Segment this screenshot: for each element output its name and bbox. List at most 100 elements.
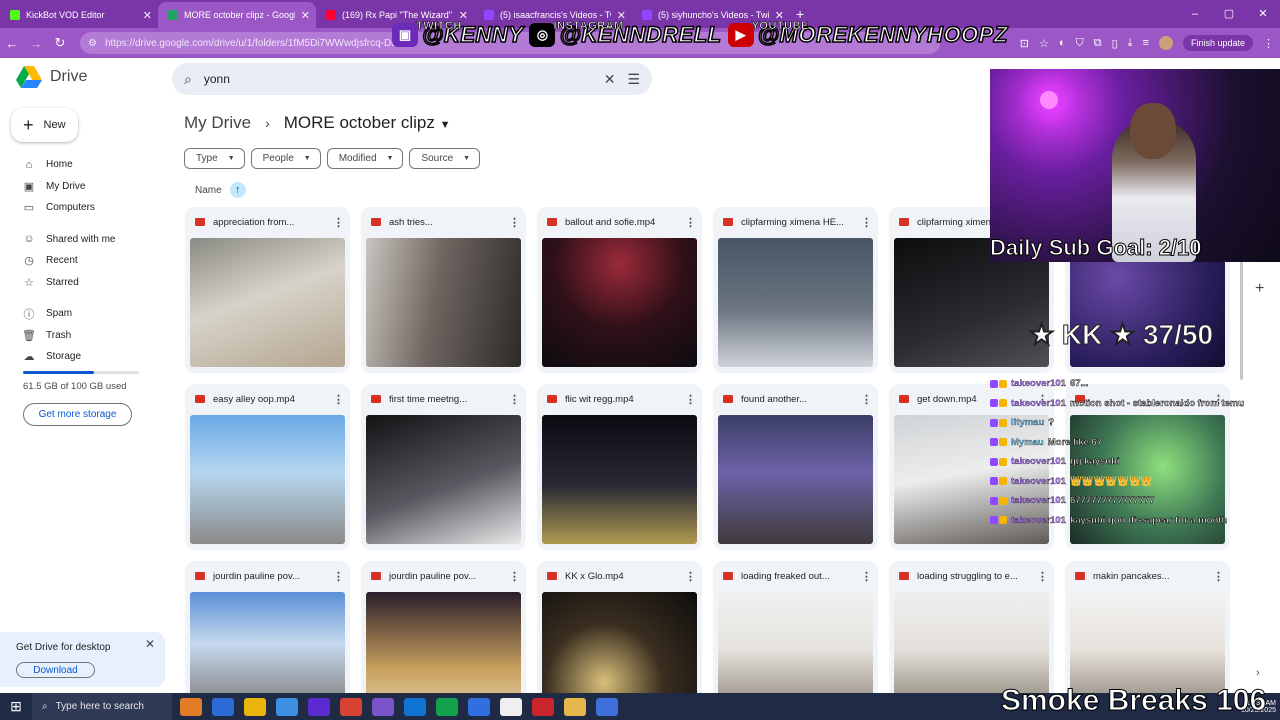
more-actions-icon[interactable]: ⋮ (861, 570, 872, 583)
sidebar-icon[interactable]: ▯ (1112, 37, 1118, 50)
drive-search-box[interactable]: ⌕ yonn ✕ ☰ (172, 63, 652, 95)
filter-type[interactable]: Type ▼ (184, 148, 245, 169)
breadcrumb-root[interactable]: My Drive (184, 113, 251, 133)
more-actions-icon[interactable]: ⋮ (685, 393, 696, 406)
sidebar-item-shared[interactable]: ☺ Shared with me (14, 229, 164, 251)
taskbar-app-icon[interactable] (436, 697, 458, 716)
sidebar-item-trash[interactable]: 🗑 Trash (14, 325, 164, 347)
sidebar-item-storage[interactable]: ☁ Storage (14, 346, 164, 368)
profile-avatar[interactable] (1158, 36, 1173, 50)
extension-icon[interactable]: ◐ (1059, 37, 1066, 49)
file-card[interactable]: first time meetng... ⋮ (361, 384, 526, 550)
more-actions-icon[interactable]: ⋮ (1037, 570, 1048, 583)
sidebar-item-my-drive[interactable]: ▣ My Drive (14, 176, 164, 198)
browser-menu-icon[interactable]: ⋮ (1263, 37, 1274, 50)
forward-icon[interactable]: → (24, 36, 48, 51)
file-card[interactable]: ballout and sofie.mp4 ⋮ (537, 207, 702, 373)
search-icon[interactable]: ⌕ (184, 71, 192, 88)
maximize-button[interactable]: ▢ (1212, 0, 1246, 28)
site-info-icon[interactable]: ⚙ (88, 38, 97, 49)
more-actions-icon[interactable]: ⋮ (861, 216, 872, 229)
file-card[interactable]: flic wit regg.mp4 ⋮ (537, 384, 702, 550)
more-actions-icon[interactable]: ⋮ (333, 393, 344, 406)
download-button[interactable]: Download (16, 662, 95, 678)
reading-list-icon[interactable]: ≡ (1143, 37, 1149, 49)
browser-tab[interactable]: KickBot VOD Editor ✕ (0, 2, 158, 28)
taskbar-app-icon[interactable] (180, 697, 202, 716)
minimize-button[interactable]: – (1178, 0, 1212, 28)
sidebar-item-recent[interactable]: ◷ Recent (14, 250, 164, 272)
search-input[interactable]: yonn (204, 72, 592, 86)
more-actions-icon[interactable]: ⋮ (509, 216, 520, 229)
reload-icon[interactable]: ↻ (48, 35, 72, 51)
taskbar-app-icon[interactable] (564, 697, 586, 716)
install-icon[interactable]: ⊡ (1020, 37, 1029, 50)
taskbar-app-icon[interactable] (340, 697, 362, 716)
video-thumbnail[interactable] (718, 415, 873, 544)
back-icon[interactable]: ← (0, 36, 24, 51)
video-thumbnail[interactable] (542, 238, 697, 367)
more-actions-icon[interactable]: ⋮ (861, 393, 872, 406)
download-icon[interactable]: ⤓ (1128, 37, 1133, 50)
close-window-button[interactable]: ✕ (1246, 0, 1280, 28)
file-card[interactable]: appreciation from... ⋮ (185, 207, 350, 373)
video-thumbnail[interactable] (366, 238, 521, 367)
sidebar-item-home[interactable]: ⌂ Home (14, 154, 164, 176)
filter-people[interactable]: People ▼ (250, 148, 321, 169)
finish-update-button[interactable]: Finish update (1182, 35, 1253, 51)
more-actions-icon[interactable]: ⋮ (685, 216, 696, 229)
new-button[interactable]: + New (11, 108, 78, 142)
file-card[interactable]: easy alley oop.mp4 ⋮ (185, 384, 350, 550)
file-card[interactable]: ash tries... ⋮ (361, 207, 526, 373)
drive-logo[interactable]: Drive (16, 66, 87, 88)
taskbar-app-icon[interactable] (308, 697, 330, 716)
close-tab-icon[interactable]: ✕ (301, 9, 310, 22)
sidebar-item-computers[interactable]: ▭ Computers (14, 197, 164, 219)
taskbar-app-icon[interactable] (244, 697, 266, 716)
puzzle-icon[interactable]: ⧉ (1094, 37, 1102, 50)
taskbar-app-icon[interactable] (212, 697, 234, 716)
browser-tab[interactable]: MORE october clipz - Google D ✕ (158, 2, 316, 28)
close-icon[interactable]: ✕ (145, 637, 155, 651)
sort-by-name[interactable]: Name ↑ (195, 182, 246, 198)
more-actions-icon[interactable]: ⋮ (1213, 570, 1224, 583)
taskbar-app-icon[interactable] (596, 697, 618, 716)
bookmark-star-icon[interactable]: ☆ (1039, 37, 1049, 50)
video-thumbnail[interactable] (718, 238, 873, 367)
more-actions-icon[interactable]: ⋮ (685, 570, 696, 583)
filter-source[interactable]: Source ▼ (409, 148, 481, 169)
video-thumbnail[interactable] (542, 415, 697, 544)
more-actions-icon[interactable]: ⋮ (509, 570, 520, 583)
file-card[interactable]: clipfarming ximena HE... ⋮ (713, 207, 878, 373)
sort-arrow-up-icon[interactable]: ↑ (229, 182, 246, 198)
more-actions-icon[interactable]: ⋮ (509, 393, 520, 406)
close-tab-icon[interactable]: ✕ (143, 9, 152, 22)
more-actions-icon[interactable]: ⋮ (333, 570, 344, 583)
add-panel-icon[interactable]: + (1255, 280, 1264, 298)
taskbar-search[interactable]: ⌕ Type here to search (32, 693, 172, 720)
more-actions-icon[interactable]: ⋮ (333, 216, 344, 229)
taskbar-app-icon[interactable] (468, 697, 490, 716)
video-thumbnail[interactable] (190, 238, 345, 367)
video-thumbnail[interactable] (190, 415, 345, 544)
shield-icon[interactable]: ⛉ (1075, 37, 1083, 50)
file-card[interactable]: found another... ⋮ (713, 384, 878, 550)
taskbar-app-icon[interactable] (276, 697, 298, 716)
file-name: flic wit regg.mp4 (565, 393, 634, 405)
video-thumbnail[interactable] (366, 415, 521, 544)
filter-modified[interactable]: Modified ▼ (326, 148, 404, 169)
sidebar-item-starred[interactable]: ☆ Starred (14, 272, 164, 294)
taskbar-app-icon[interactable] (372, 697, 394, 716)
search-options-icon[interactable]: ☰ (627, 71, 640, 88)
windows-start-icon[interactable]: ⊞ (0, 698, 32, 715)
get-more-storage-button[interactable]: Get more storage (23, 403, 132, 426)
sidebar-item-spam[interactable]: ⓘ Spam (14, 303, 164, 325)
chevron-right-icon[interactable]: › (1256, 667, 1260, 679)
video-file-icon (547, 395, 557, 403)
file-card-header: flic wit regg.mp4 ⋮ (537, 384, 702, 414)
breadcrumb-current[interactable]: MORE october clipz ▼ (284, 113, 451, 133)
taskbar-app-icon[interactable] (532, 697, 554, 716)
clear-search-icon[interactable]: ✕ (604, 71, 616, 88)
taskbar-app-icon[interactable] (500, 697, 522, 716)
taskbar-app-icon[interactable] (404, 697, 426, 716)
